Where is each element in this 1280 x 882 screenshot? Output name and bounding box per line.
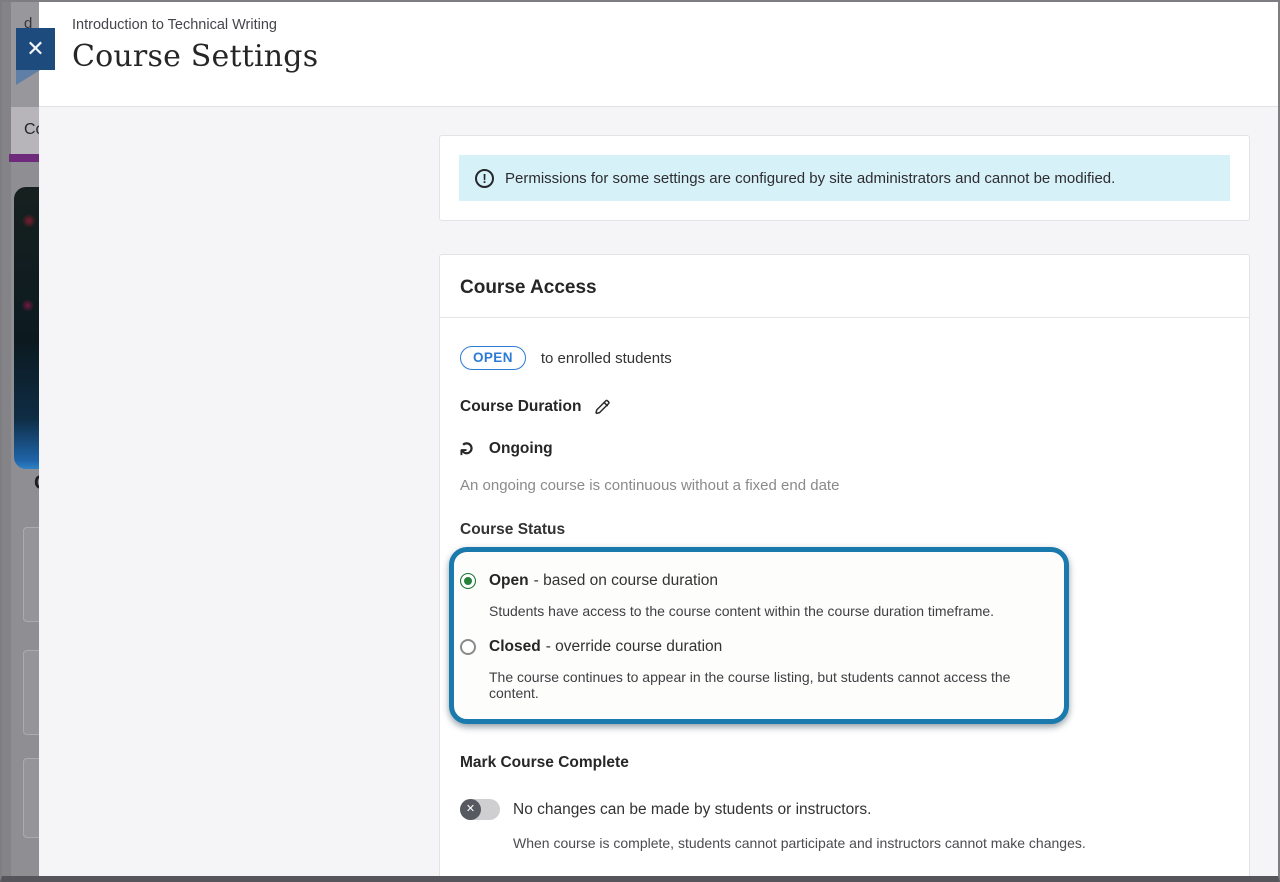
admin-notice-banner: ! Permissions for some settings are conf…	[459, 155, 1230, 201]
course-access-card: Course Access OPEN to enrolled students …	[439, 254, 1250, 876]
course-name: Introduction to Technical Writing	[72, 17, 1278, 33]
course-access-body: OPEN to enrolled students Course Duratio…	[440, 318, 1249, 876]
open-status-pill[interactable]: OPEN	[460, 346, 526, 370]
alert-icon: !	[475, 169, 494, 188]
dimmed-background-page: d Co C	[2, 2, 39, 876]
active-tab-underline	[9, 154, 41, 162]
refresh-icon: ↻	[458, 441, 477, 457]
admin-notice-text: Permissions for some settings are config…	[505, 170, 1115, 187]
ribbon-tail	[16, 70, 40, 85]
panel-header: Introduction to Technical Writing Course…	[39, 2, 1278, 107]
settings-content: ! Permissions for some settings are conf…	[439, 135, 1250, 876]
background-page-peek: d Co C	[11, 2, 39, 876]
course-settings-panel: Introduction to Technical Writing Course…	[39, 2, 1278, 876]
complete-toggle-text: No changes can be made by students or in…	[513, 801, 871, 819]
close-icon: ✕	[26, 38, 44, 60]
access-status-row: OPEN to enrolled students	[460, 346, 1229, 370]
duration-value: Ongoing	[489, 440, 553, 458]
edit-pencil-icon[interactable]	[594, 398, 612, 416]
access-status-suffix: to enrolled students	[541, 350, 672, 367]
course-status-label: Course Status	[460, 521, 1229, 539]
complete-toggle[interactable]: ✕	[460, 799, 500, 820]
mark-course-complete-label: Mark Course Complete	[460, 754, 1229, 772]
option-open-description: Students have access to the course conte…	[489, 603, 1046, 619]
option-closed-description: The course continues to appear in the co…	[489, 669, 1046, 701]
radio-button-open[interactable]	[460, 573, 476, 589]
course-status-radio-group: Open - based on course duration Students …	[449, 547, 1069, 724]
screen: d Co C ✕ Introduction to Technical Writi…	[0, 0, 1280, 882]
option-closed-suffix: - override course duration	[546, 638, 723, 655]
option-closed-name: Closed	[489, 638, 541, 655]
close-panel-button[interactable]: ✕	[16, 28, 55, 70]
course-access-title: Course Access	[440, 255, 1249, 318]
option-open-name: Open	[489, 572, 529, 589]
option-open-suffix: - based on course duration	[534, 572, 718, 589]
radio-option-closed[interactable]: Closed - override course duration	[460, 638, 1046, 656]
radio-option-open-label: Open - based on course duration	[489, 572, 718, 590]
radio-option-open[interactable]: Open - based on course duration	[460, 572, 1046, 590]
duration-value-row: ↻ Ongoing	[460, 439, 1229, 458]
course-complete-toggle-row: ✕ No changes can be made by students or …	[460, 799, 1229, 820]
page-title: Course Settings	[72, 39, 1278, 74]
radio-button-closed[interactable]	[460, 639, 476, 655]
background-page-edge	[2, 2, 11, 876]
complete-help-text: When course is complete, students cannot…	[513, 835, 1229, 851]
radio-option-closed-label: Closed - override course duration	[489, 638, 722, 656]
panel-body: ! Permissions for some settings are conf…	[39, 108, 1278, 876]
notice-card: ! Permissions for some settings are conf…	[439, 135, 1250, 221]
toggle-off-icon: ✕	[460, 799, 481, 820]
background-tab-bar: Co	[11, 107, 39, 154]
course-duration-label: Course Duration	[460, 398, 581, 416]
course-banner-image	[14, 187, 39, 469]
duration-help-text: An ongoing course is continuous without …	[460, 477, 1229, 494]
course-duration-row: Course Duration	[460, 398, 1229, 416]
